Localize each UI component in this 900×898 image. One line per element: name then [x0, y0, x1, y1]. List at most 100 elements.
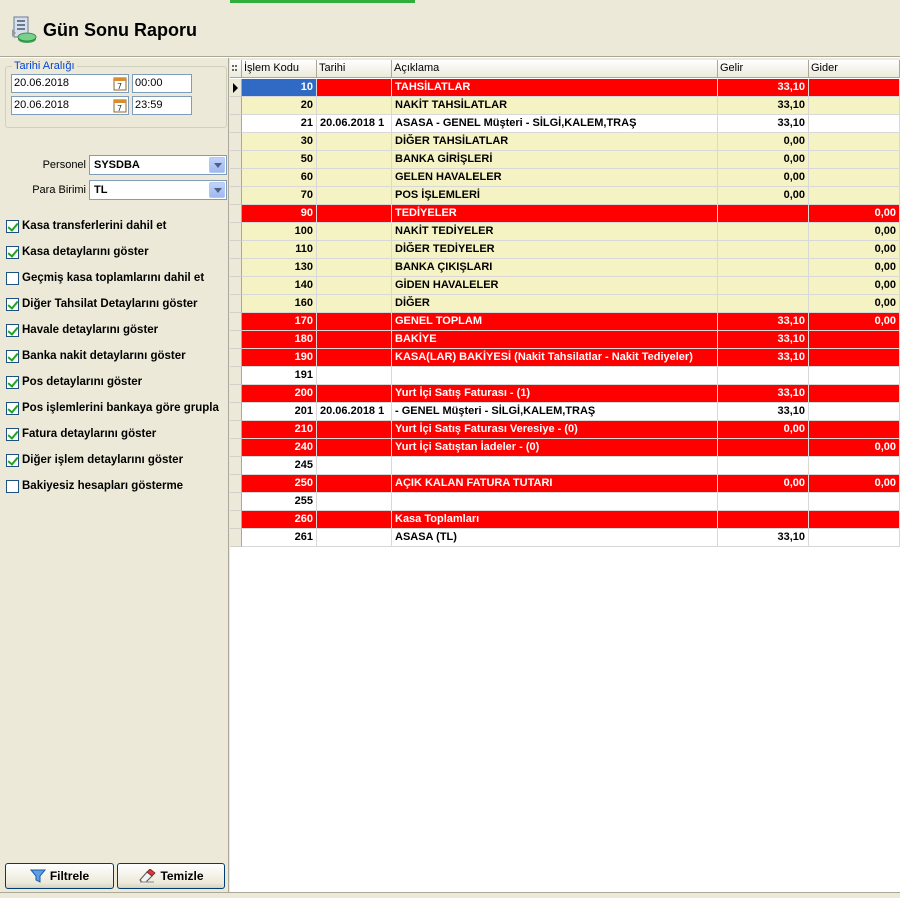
cell-expense[interactable]: 0,00 — [809, 241, 900, 259]
cell-date[interactable] — [317, 511, 392, 529]
cell-expense[interactable] — [809, 367, 900, 385]
table-row[interactable]: 255 — [230, 493, 900, 511]
personel-select[interactable]: SYSDBA — [89, 155, 227, 175]
option-checkbox-row[interactable]: Banka nakit detaylarını göster — [6, 348, 186, 364]
table-row[interactable]: 191 — [230, 367, 900, 385]
cell-code[interactable]: 70 — [242, 187, 317, 205]
report-grid[interactable]: İşlem Kodu Tarihi Açıklama Gelir Gider 1… — [230, 60, 900, 898]
table-row[interactable]: 50 BANKA GİRİŞLERİ 0,00 — [230, 151, 900, 169]
row-indicator[interactable] — [230, 475, 242, 493]
cell-description[interactable]: NAKİT TEDİYELER — [392, 223, 718, 241]
table-row[interactable]: 190 KASA(LAR) BAKİYESİ (Nakit Tahsilatlar… — [230, 349, 900, 367]
cell-code[interactable]: 100 — [242, 223, 317, 241]
row-indicator[interactable] — [230, 421, 242, 439]
cell-code[interactable]: 30 — [242, 133, 317, 151]
cell-expense[interactable]: 0,00 — [809, 295, 900, 313]
option-checkbox-row[interactable]: Fatura detaylarını göster — [6, 426, 156, 442]
cell-code[interactable]: 210 — [242, 421, 317, 439]
cell-expense[interactable] — [809, 187, 900, 205]
cell-description[interactable]: Yurt İçi Satış Faturası Veresiye - (0) — [392, 421, 718, 439]
table-row[interactable]: 260 Kasa Toplamları — [230, 511, 900, 529]
table-row[interactable]: 210 Yurt İçi Satış Faturası Veresiye - (0… — [230, 421, 900, 439]
cell-date[interactable] — [317, 205, 392, 223]
cell-expense[interactable]: 0,00 — [809, 313, 900, 331]
row-indicator[interactable] — [230, 349, 242, 367]
cell-expense[interactable] — [809, 493, 900, 511]
cell-income[interactable] — [718, 457, 809, 475]
cell-description[interactable]: - GENEL Müşteri - SİLGİ,KALEM,TRAŞ — [392, 403, 718, 421]
cell-code[interactable]: 261 — [242, 529, 317, 547]
row-indicator[interactable] — [230, 79, 242, 97]
start-time-field[interactable]: 00:00 — [132, 74, 192, 93]
cell-income[interactable]: 33,10 — [718, 403, 809, 421]
calendar-icon[interactable]: 7 — [113, 76, 127, 91]
cell-expense[interactable] — [809, 169, 900, 187]
cell-expense[interactable]: 0,00 — [809, 223, 900, 241]
cell-code[interactable]: 90 — [242, 205, 317, 223]
currency-select[interactable]: TL — [89, 180, 227, 200]
option-checkbox-row[interactable]: Kasa transferlerini dahil et — [6, 218, 166, 234]
cell-code[interactable]: 240 — [242, 439, 317, 457]
end-time-field[interactable]: 23:59 — [132, 96, 192, 115]
checkbox[interactable] — [6, 271, 19, 285]
option-checkbox-row[interactable]: Kasa detaylarını göster — [6, 244, 149, 260]
cell-date[interactable] — [317, 385, 392, 403]
cell-date[interactable] — [317, 169, 392, 187]
cell-description[interactable]: TEDİYELER — [392, 205, 718, 223]
table-row[interactable]: 90 TEDİYELER 0,00 — [230, 205, 900, 223]
cell-date[interactable] — [317, 79, 392, 97]
cell-date[interactable] — [317, 277, 392, 295]
row-indicator[interactable] — [230, 205, 242, 223]
checkbox[interactable] — [6, 375, 19, 389]
cell-code[interactable]: 260 — [242, 511, 317, 529]
cell-description[interactable]: GİDEN HAVALELER — [392, 277, 718, 295]
cell-expense[interactable]: 0,00 — [809, 475, 900, 493]
table-row[interactable]: 20 NAKİT TAHSİLATLAR 33,10 — [230, 97, 900, 115]
cell-expense[interactable]: 0,00 — [809, 205, 900, 223]
cell-income[interactable] — [718, 205, 809, 223]
table-row[interactable]: 240 Yurt İçi Satıştan İadeler - (0) 0,00 — [230, 439, 900, 457]
cell-description[interactable]: KASA(LAR) BAKİYESİ (Nakit Tahsilatlar - … — [392, 349, 718, 367]
cell-date[interactable] — [317, 259, 392, 277]
cell-expense[interactable] — [809, 151, 900, 169]
row-indicator[interactable] — [230, 187, 242, 205]
row-indicator[interactable] — [230, 133, 242, 151]
cell-expense[interactable] — [809, 529, 900, 547]
row-indicator[interactable] — [230, 277, 242, 295]
cell-date[interactable] — [317, 151, 392, 169]
table-row[interactable]: 110 DİĞER TEDİYELER 0,00 — [230, 241, 900, 259]
cell-income[interactable]: 33,10 — [718, 331, 809, 349]
cell-description[interactable]: NAKİT TAHSİLATLAR — [392, 97, 718, 115]
cell-expense[interactable] — [809, 385, 900, 403]
cell-code[interactable]: 245 — [242, 457, 317, 475]
cell-description[interactable] — [392, 367, 718, 385]
cell-expense[interactable] — [809, 79, 900, 97]
cell-date[interactable] — [317, 349, 392, 367]
cell-description[interactable]: Kasa Toplamları — [392, 511, 718, 529]
clear-button[interactable]: Temizle — [117, 863, 225, 889]
cell-date[interactable] — [317, 187, 392, 205]
filter-button[interactable]: Filtrele — [5, 863, 114, 889]
cell-expense[interactable] — [809, 97, 900, 115]
cell-description[interactable]: Yurt İçi Satıştan İadeler - (0) — [392, 439, 718, 457]
cell-date[interactable] — [317, 223, 392, 241]
cell-description[interactable]: BAKİYE — [392, 331, 718, 349]
checkbox[interactable] — [6, 401, 19, 415]
checkbox[interactable] — [6, 323, 19, 337]
column-header-date[interactable]: Tarihi — [317, 60, 392, 78]
cell-description[interactable]: AÇIK KALAN FATURA TUTARI — [392, 475, 718, 493]
cell-income[interactable]: 33,10 — [718, 79, 809, 97]
cell-income[interactable]: 33,10 — [718, 97, 809, 115]
cell-code[interactable]: 110 — [242, 241, 317, 259]
cell-date[interactable] — [317, 475, 392, 493]
column-header-income[interactable]: Gelir — [718, 60, 809, 78]
row-indicator[interactable] — [230, 241, 242, 259]
row-indicator[interactable] — [230, 115, 242, 133]
cell-code[interactable]: 21 — [242, 115, 317, 133]
table-row[interactable]: 250 AÇIK KALAN FATURA TUTARI 0,00 0,00 — [230, 475, 900, 493]
cell-income[interactable] — [718, 223, 809, 241]
table-row[interactable]: 170 GENEL TOPLAM 33,10 0,00 — [230, 313, 900, 331]
cell-income[interactable]: 0,00 — [718, 187, 809, 205]
cell-expense[interactable] — [809, 457, 900, 475]
cell-code[interactable]: 200 — [242, 385, 317, 403]
